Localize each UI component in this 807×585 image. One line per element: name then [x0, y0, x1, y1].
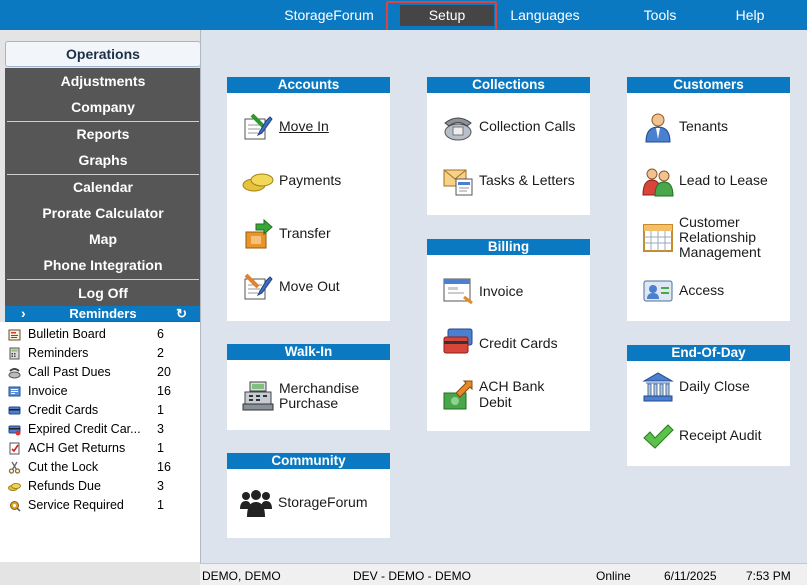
community-panel-title: Community [227, 453, 390, 469]
main-content: Accounts Move In Payments Transfer Move … [200, 30, 807, 563]
end-of-day-panel-title: End-Of-Day [627, 345, 790, 361]
status-site: DEV - DEMO - DEMO [353, 569, 472, 583]
nav-calendar[interactable]: Calendar [5, 174, 201, 200]
scissors-icon [8, 461, 21, 474]
ach-bank-debit-link[interactable]: ACH Bank Debit [442, 379, 587, 413]
people-group-icon [240, 490, 272, 517]
tasks-letters-link[interactable]: Tasks & Letters [442, 165, 587, 197]
reminder-item[interactable]: Expired Credit Car... 3 [0, 420, 200, 439]
collections-panel-title: Collections [427, 77, 590, 93]
daily-close-link[interactable]: Daily Close [642, 371, 787, 403]
credit-cards-icon [443, 328, 473, 354]
receipt-audit-link[interactable]: Receipt Audit [642, 421, 787, 453]
customers-panel: Customers Tenants Lead to Lease Customer… [627, 77, 790, 321]
nav-prorate-calculator[interactable]: Prorate Calculator [5, 200, 201, 226]
nav-adjustments[interactable]: Adjustments [5, 68, 201, 94]
reminder-item[interactable]: Service Required 1 [0, 496, 200, 515]
access-card-icon [643, 280, 673, 302]
accounts-panel: Accounts Move In Payments Transfer Move … [227, 77, 390, 321]
nav-log-off[interactable]: Log Off [5, 280, 201, 306]
status-bar: DEMO, DEMO DEV - DEMO - DEMO Online 6/11… [200, 563, 807, 585]
checkmark-icon [643, 424, 674, 449]
nav-reports[interactable]: Reports [5, 121, 201, 147]
walkin-panel-title: Walk-In [227, 344, 390, 360]
service-icon [10, 501, 21, 512]
bank-debit-icon [443, 380, 473, 410]
invoice-link[interactable]: Invoice [442, 275, 587, 307]
move-in-icon [244, 113, 273, 140]
nav-map[interactable]: Map [5, 226, 201, 252]
move-in-link[interactable]: Move In [242, 111, 382, 143]
crm-link[interactable]: Customer Relationship Management [642, 215, 787, 261]
phone-icon [8, 368, 21, 379]
nav-phone-integration[interactable]: Phone Integration [5, 252, 201, 278]
left-nav: Operations Adjustments Company Reports G… [0, 30, 201, 585]
expired-card-icon [8, 425, 21, 436]
access-link[interactable]: Access [642, 275, 787, 307]
reminders-header: › Reminders ↻ [5, 305, 201, 321]
nav-operations[interactable]: Operations [5, 41, 201, 67]
coins-icon [242, 173, 274, 192]
end-of-day-panel: End-Of-Day Daily Close Receipt Audit [627, 345, 790, 466]
calculator-icon [9, 347, 20, 360]
lead-to-lease-link[interactable]: Lead to Lease [642, 165, 787, 197]
reminder-item[interactable]: Refunds Due 3 [0, 477, 200, 496]
coins-icon [8, 483, 21, 491]
status-date: 6/11/2025 [664, 569, 717, 583]
telephone-icon [444, 117, 472, 141]
storageforum-link[interactable]: StorageForum [240, 487, 385, 519]
reminder-item[interactable]: Bulletin Board 6 [0, 325, 200, 344]
nav-company[interactable]: Company [5, 94, 201, 120]
menu-languages[interactable]: Languages [505, 5, 585, 26]
status-user: DEMO, DEMO [202, 569, 281, 583]
reminder-item[interactable]: Cut the Lock 16 [0, 458, 200, 477]
invoice-icon [443, 278, 473, 305]
bank-building-icon [642, 372, 674, 402]
check-document-icon [9, 442, 20, 455]
billing-panel-title: Billing [427, 239, 590, 255]
status-connection: Online [596, 569, 631, 583]
billing-panel: Billing Invoice Credit Cards ACH Bank De… [427, 239, 590, 431]
menu-tools[interactable]: Tools [630, 5, 690, 26]
customers-panel-title: Customers [627, 77, 790, 93]
reminders-title: Reminders [69, 306, 137, 321]
walkin-panel: Walk-In Merchandise Purchase [227, 344, 390, 430]
transfer-link[interactable]: Transfer [242, 218, 382, 250]
crm-calendar-icon [643, 224, 673, 252]
move-out-link[interactable]: Move Out [242, 271, 382, 303]
billing-credit-cards-link[interactable]: Credit Cards [442, 327, 587, 359]
reminder-item[interactable]: Call Past Dues 20 [0, 363, 200, 382]
tenant-icon [645, 113, 671, 143]
menu-storageforum[interactable]: StorageForum [280, 5, 378, 26]
collections-panel: Collections Collection Calls Tasks & Let… [427, 77, 590, 215]
reminder-item[interactable]: Invoice 16 [0, 382, 200, 401]
payments-link[interactable]: Payments [242, 165, 382, 197]
lead-to-lease-icon [642, 168, 674, 197]
bulletin-board-icon [8, 329, 21, 341]
invoice-icon [8, 386, 21, 397]
nav-menu: Adjustments Company Reports Graphs Calen… [5, 68, 201, 334]
accounts-panel-title: Accounts [227, 77, 390, 93]
tenants-link[interactable]: Tenants [642, 111, 787, 143]
tasks-letters-icon [443, 169, 473, 196]
transfer-icon [245, 218, 273, 249]
credit-card-icon [8, 406, 21, 415]
reminder-item[interactable]: Credit Cards 1 [0, 401, 200, 420]
cash-register-icon [242, 381, 274, 411]
menu-help[interactable]: Help [725, 5, 775, 26]
refresh-icon[interactable]: ↻ [176, 306, 187, 321]
reminder-item[interactable]: Reminders 2 [0, 344, 200, 363]
reminder-item[interactable]: ACH Get Returns 1 [0, 439, 200, 458]
community-panel: Community StorageForum [227, 453, 390, 538]
merchandise-purchase-link[interactable]: Merchandise Purchase [242, 380, 387, 414]
status-time: 7:53 PM [746, 569, 791, 583]
collection-calls-link[interactable]: Collection Calls [442, 111, 587, 143]
reminders-list: Bulletin Board 6 Reminders 2 Call Past D… [0, 322, 200, 562]
move-out-icon [244, 273, 273, 300]
nav-graphs[interactable]: Graphs [5, 147, 201, 173]
